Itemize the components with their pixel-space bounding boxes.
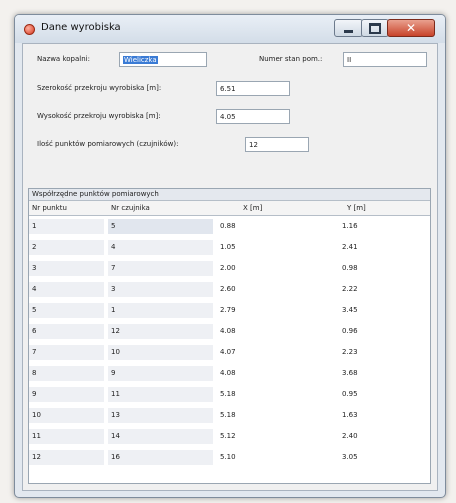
x-cell[interactable]: 5.12 xyxy=(217,429,297,444)
mine-name-label: Nazwa kopalni: xyxy=(37,55,90,63)
grid-header: Nr punktu Nr czujnika X [m] Y [m] xyxy=(29,201,430,216)
maximize-button[interactable] xyxy=(361,19,389,37)
sensor-number-cell[interactable]: 14 xyxy=(108,429,213,444)
coordinates-grid[interactable]: Współrzędne punktów pomiarowych Nr punkt… xyxy=(28,188,431,484)
header-x[interactable]: X [m] xyxy=(243,201,262,215)
x-cell[interactable]: 2.00 xyxy=(217,261,297,276)
point-number-cell[interactable]: 5 xyxy=(29,303,104,318)
x-cell[interactable]: 2.79 xyxy=(217,303,297,318)
table-row[interactable]: 12 16 5.10 3.05 xyxy=(29,447,430,468)
sensor-number-cell[interactable]: 10 xyxy=(108,345,213,360)
maximize-icon xyxy=(369,22,381,34)
point-number-cell[interactable]: 3 xyxy=(29,261,104,276)
y-cell[interactable]: 1.16 xyxy=(339,219,399,234)
point-number-cell[interactable]: 11 xyxy=(29,429,104,444)
sensor-count-label: Ilość punktów pomiarowych (czujników): xyxy=(37,140,179,148)
sensor-number-cell[interactable]: 3 xyxy=(108,282,213,297)
x-cell[interactable]: 4.08 xyxy=(217,324,297,339)
y-cell[interactable]: 1.63 xyxy=(339,408,399,423)
point-number-cell[interactable]: 4 xyxy=(29,282,104,297)
sensor-number-cell[interactable]: 7 xyxy=(108,261,213,276)
dialog-content: Nazwa kopalni: Wieliczka Numer stan pom.… xyxy=(22,43,438,491)
x-cell[interactable]: 4.07 xyxy=(217,345,297,360)
y-cell[interactable]: 3.05 xyxy=(339,450,399,465)
y-cell[interactable]: 0.95 xyxy=(339,387,399,402)
y-cell[interactable]: 3.68 xyxy=(339,366,399,381)
y-cell[interactable]: 2.41 xyxy=(339,240,399,255)
x-cell[interactable]: 1.05 xyxy=(217,240,297,255)
width-label: Szerokość przekroju wyrobiska [m]: xyxy=(37,84,162,92)
window-title: Dane wyrobiska xyxy=(41,22,121,33)
x-cell[interactable]: 0.88 xyxy=(217,219,297,234)
table-row[interactable]: 2 4 1.05 2.41 xyxy=(29,237,430,258)
header-y[interactable]: Y [m] xyxy=(347,201,366,215)
y-cell[interactable]: 2.23 xyxy=(339,345,399,360)
width-input[interactable]: 6.51 xyxy=(216,81,290,96)
table-row[interactable]: 6 12 4.08 0.96 xyxy=(29,321,430,342)
minimize-button[interactable] xyxy=(334,19,363,37)
dialog-window: Dane wyrobiska ✕ Nazwa kopalni: Wieliczk… xyxy=(14,14,446,498)
x-cell[interactable]: 2.60 xyxy=(217,282,297,297)
table-row[interactable]: 3 7 2.00 0.98 xyxy=(29,258,430,279)
minimize-icon xyxy=(344,29,353,33)
sensor-number-cell[interactable]: 4 xyxy=(108,240,213,255)
x-cell[interactable]: 5.18 xyxy=(217,408,297,423)
sensor-number-cell[interactable]: 16 xyxy=(108,450,213,465)
table-row[interactable]: 4 3 2.60 2.22 xyxy=(29,279,430,300)
table-row[interactable]: 9 11 5.18 0.95 xyxy=(29,384,430,405)
table-row[interactable]: 5 1 2.79 3.45 xyxy=(29,300,430,321)
point-number-cell[interactable]: 12 xyxy=(29,450,104,465)
y-cell[interactable]: 3.45 xyxy=(339,303,399,318)
table-row[interactable]: 8 9 4.08 3.68 xyxy=(29,363,430,384)
height-label: Wysokość przekroju wyrobiska [m]: xyxy=(37,112,161,120)
point-number-cell[interactable]: 6 xyxy=(29,324,104,339)
sensor-number-cell[interactable]: 11 xyxy=(108,387,213,402)
header-point-number[interactable]: Nr punktu xyxy=(32,201,67,215)
header-sensor-number[interactable]: Nr czujnika xyxy=(111,201,150,215)
sensor-number-cell[interactable]: 9 xyxy=(108,366,213,381)
y-cell[interactable]: 0.98 xyxy=(339,261,399,276)
y-cell[interactable]: 2.22 xyxy=(339,282,399,297)
point-number-cell[interactable]: 1 xyxy=(29,219,104,234)
table-row[interactable]: 11 14 5.12 2.40 xyxy=(29,426,430,447)
table-row[interactable]: 10 13 5.18 1.63 xyxy=(29,405,430,426)
mine-name-value: Wieliczka xyxy=(123,56,158,64)
point-number-cell[interactable]: 8 xyxy=(29,366,104,381)
point-number-cell[interactable]: 10 xyxy=(29,408,104,423)
point-number-cell[interactable]: 2 xyxy=(29,240,104,255)
station-number-label: Numer stan pom.: xyxy=(259,55,323,63)
station-number-input[interactable]: II xyxy=(343,52,427,67)
title-bar[interactable]: Dane wyrobiska ✕ xyxy=(15,15,445,43)
x-cell[interactable]: 4.08 xyxy=(217,366,297,381)
sensor-number-cell[interactable]: 5 xyxy=(108,219,213,234)
y-cell[interactable]: 0.96 xyxy=(339,324,399,339)
app-icon xyxy=(24,24,35,35)
grid-rows: 1 5 0.88 1.16 2 4 1.05 2.41 3 7 2.00 0.98 4 3 2.60 2.22… xyxy=(29,216,430,468)
x-cell[interactable]: 5.10 xyxy=(217,450,297,465)
close-button[interactable]: ✕ xyxy=(387,19,435,37)
x-cell[interactable]: 5.18 xyxy=(217,387,297,402)
sensor-number-cell[interactable]: 12 xyxy=(108,324,213,339)
table-row[interactable]: 7 10 4.07 2.23 xyxy=(29,342,430,363)
table-row[interactable]: 1 5 0.88 1.16 xyxy=(29,216,430,237)
sensor-number-cell[interactable]: 1 xyxy=(108,303,213,318)
height-input[interactable]: 4.05 xyxy=(216,109,290,124)
point-number-cell[interactable]: 7 xyxy=(29,345,104,360)
sensor-count-input[interactable]: 12 xyxy=(245,137,309,152)
mine-name-input[interactable]: Wieliczka xyxy=(119,52,207,67)
close-icon: ✕ xyxy=(405,21,417,35)
sensor-number-cell[interactable]: 13 xyxy=(108,408,213,423)
grid-caption: Współrzędne punktów pomiarowych xyxy=(29,189,430,201)
point-number-cell[interactable]: 9 xyxy=(29,387,104,402)
y-cell[interactable]: 2.40 xyxy=(339,429,399,444)
